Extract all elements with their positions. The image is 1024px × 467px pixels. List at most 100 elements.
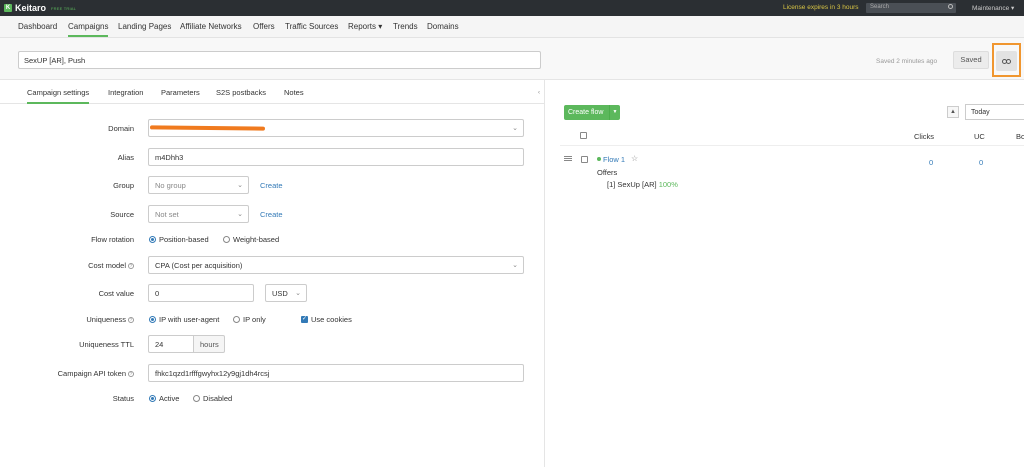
trial-badge: FREE TRIAL (51, 5, 77, 11)
nav-reports[interactable]: Reports ▾ (348, 22, 382, 31)
nav-dashboard[interactable]: Dashboard (18, 22, 57, 31)
radio-ip-only[interactable]: IP only (233, 315, 266, 324)
flow-row-checkbox[interactable] (581, 156, 588, 163)
tab-parameters[interactable]: Parameters (161, 88, 200, 97)
logo[interactable]: K Keitaro FREE TRIAL (4, 2, 76, 14)
radio-position-based[interactable]: Position-based (149, 235, 209, 244)
select-all-checkbox[interactable] (580, 132, 587, 139)
api-token-input[interactable]: fhkc1qzd1rfffgwyhx12y9gj1dh4rcsj (148, 364, 524, 382)
uniqueness-label: Uniqueness? (4, 315, 134, 324)
radio-icon (223, 236, 230, 243)
radio-icon (193, 395, 200, 402)
top-bar: K Keitaro FREE TRIAL License expires in … (0, 0, 1024, 16)
group-label: Group (113, 181, 134, 190)
radio-icon (233, 316, 240, 323)
flow-clicks[interactable]: 0 (929, 158, 933, 167)
ttl-unit: hours (194, 335, 225, 353)
checkbox-label: Use cookies (311, 315, 352, 324)
collapse-panel-icon[interactable]: ‹ (538, 90, 540, 96)
nav-landing-pages[interactable]: Landing Pages (118, 22, 171, 31)
nav-trends[interactable]: Trends (393, 22, 418, 31)
currency-select[interactable]: USD ⌄ (265, 284, 307, 302)
copy-link-button[interactable] (996, 51, 1017, 71)
campaign-tabs: Campaign settings Integration Parameters… (0, 80, 544, 104)
radio-label: IP with user-agent (159, 315, 220, 324)
panel-divider (544, 80, 545, 467)
create-flow-label: Create flow (568, 109, 604, 116)
create-source-link[interactable]: Create (260, 210, 283, 219)
flow-name-link[interactable]: Flow 1 (603, 155, 625, 164)
flow-uc[interactable]: 0 (979, 158, 983, 167)
drag-handle-icon[interactable] (564, 156, 572, 161)
tab-s2s-postbacks[interactable]: S2S postbacks (216, 88, 266, 97)
keitaro-logo-icon: K (4, 4, 12, 12)
status-label: Status (112, 394, 134, 403)
maintenance-menu[interactable]: Maintenance ▾ (972, 4, 1014, 12)
alias-input[interactable]: m4Dhh3 (148, 148, 524, 166)
date-range-select[interactable]: Today (965, 104, 1024, 120)
domain-label: Domain (108, 124, 134, 133)
source-select[interactable]: Not set ⌄ (148, 205, 249, 223)
cost-value-input[interactable]: 0 (148, 284, 254, 302)
chevron-down-icon: ⌄ (237, 182, 243, 189)
nav-campaigns[interactable]: Campaigns (68, 22, 109, 37)
search-icon (948, 4, 953, 9)
save-button[interactable]: Saved (953, 51, 989, 69)
radio-status-active[interactable]: Active (149, 394, 179, 403)
star-icon[interactable]: ☆ (631, 154, 638, 163)
flow-rotation-label: Flow rotation (91, 235, 134, 244)
nav-affiliate-networks[interactable]: Affiliate Networks (180, 22, 242, 31)
radio-weight-based[interactable]: Weight-based (223, 235, 279, 244)
nav-domains[interactable]: Domains (427, 22, 459, 31)
tab-campaign-settings[interactable]: Campaign settings (27, 88, 90, 104)
use-cookies-checkbox[interactable]: Use cookies (301, 315, 352, 324)
help-icon[interactable]: ? (128, 263, 134, 270)
offer-share: 100% (658, 180, 678, 189)
chevron-down-icon: ⌄ (512, 125, 518, 132)
radio-label: Disabled (203, 394, 233, 403)
group-select[interactable]: No group ⌄ (148, 176, 249, 194)
help-icon[interactable]: ? (128, 317, 134, 324)
chevron-down-icon: ⌄ (512, 262, 518, 269)
column-clicks[interactable]: Clicks (914, 132, 934, 141)
caret-down-icon[interactable]: ▼ (609, 105, 620, 120)
column-uc[interactable]: UC (974, 132, 985, 141)
campaign-name-input[interactable]: SexUP [AR], Push (18, 51, 541, 69)
group-value: No group (155, 181, 186, 190)
cost-value-label: Cost value (98, 289, 134, 298)
source-label: Source (110, 210, 134, 219)
campaign-header: SexUP [AR], Push Saved 2 minutes ago Sav… (0, 38, 1024, 80)
offer-entry: [1] SexUp [AR] 100% (607, 180, 678, 189)
nav-traffic-sources[interactable]: Traffic Sources (285, 22, 338, 31)
offers-label: Offers (597, 168, 618, 177)
create-flow-button[interactable]: Create flow ▼ (564, 105, 620, 120)
ttl-input[interactable]: 24 (148, 335, 194, 353)
radio-icon (149, 316, 156, 323)
saved-timestamp: Saved 2 minutes ago (876, 58, 938, 65)
radio-icon (149, 395, 156, 402)
radio-status-disabled[interactable]: Disabled (193, 394, 232, 403)
uniqueness-label-text: Uniqueness (86, 315, 126, 324)
flow-status-dot (597, 157, 601, 161)
main-nav: Dashboard Campaigns Landing Pages Affili… (0, 16, 1024, 38)
column-partial[interactable]: Bo (1016, 132, 1024, 141)
checkbox-icon (301, 315, 308, 323)
sort-up-icon[interactable]: ▲ (947, 106, 959, 118)
cost-model-label: Cost model? (4, 261, 134, 270)
nav-offers[interactable]: Offers (253, 22, 275, 31)
cost-model-select[interactable]: CPA (Cost per acquisition) ⌄ (148, 256, 524, 274)
tab-notes[interactable]: Notes (284, 88, 304, 97)
currency-value: USD (272, 289, 288, 298)
radio-label: Position-based (159, 235, 209, 244)
license-notice[interactable]: License expires in 3 hours (783, 4, 859, 11)
create-group-link[interactable]: Create (260, 181, 283, 190)
api-token-label: Campaign API token? (4, 369, 134, 378)
chevron-down-icon: ⌄ (237, 211, 243, 218)
radio-ip-user-agent[interactable]: IP with user-agent (149, 315, 219, 324)
help-icon[interactable]: ? (128, 371, 134, 378)
cost-model-value: CPA (Cost per acquisition) (155, 261, 243, 270)
tab-integration[interactable]: Integration (108, 88, 143, 97)
offer-name: [1] SexUp [AR] (607, 180, 657, 189)
search-input[interactable]: Search (866, 3, 956, 13)
radio-label: IP only (243, 315, 266, 324)
